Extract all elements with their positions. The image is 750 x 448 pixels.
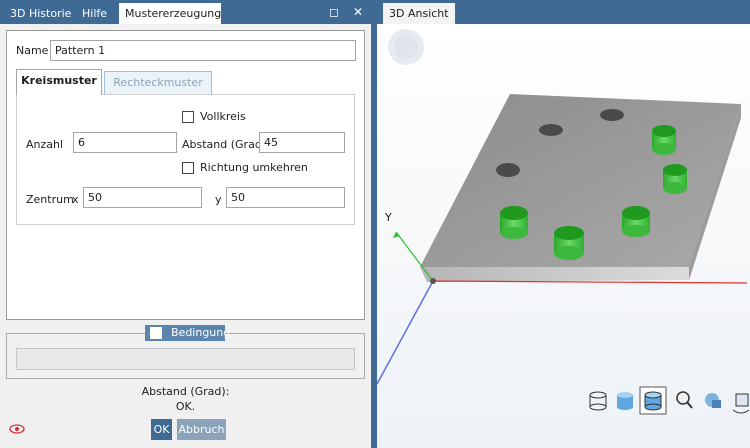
abbruch-button[interactable]: Abbruch (177, 419, 226, 440)
bedingung-input[interactable] (16, 348, 355, 370)
pattern-panel: 3D Historie Hilfe Mustererzeugung ◻ ✕ Na… (0, 0, 371, 448)
bedingung-checkbox[interactable] (150, 327, 162, 339)
pattern-form: Name Pattern 1 Kreismuster Rechteckmuste… (6, 30, 365, 320)
name-input[interactable]: Pattern 1 (50, 40, 356, 61)
anzahl-input[interactable]: 6 (73, 132, 177, 153)
shaded-edges-view-icon[interactable] (639, 386, 667, 415)
abstand-input[interactable]: 45 (259, 132, 345, 153)
circle-pattern-content: Vollkreis Anzahl 6 Abstand (Grad) 45 Ric… (16, 94, 355, 225)
zentrum-x-input[interactable]: 50 (83, 187, 202, 208)
navigation-orb-icon[interactable] (388, 29, 424, 65)
zentrum-y-input[interactable]: 50 (226, 187, 345, 208)
status-result: OK. (175, 400, 196, 413)
tab-rechteckmuster[interactable]: Rechteckmuster (104, 71, 212, 95)
y-axis-label: Y (384, 211, 392, 224)
tab-kreismuster[interactable]: Kreismuster (16, 69, 102, 95)
richtung-label: Richtung umkehren (200, 161, 308, 174)
panel-tabbar: 3D Historie Hilfe Mustererzeugung ◻ ✕ (0, 0, 371, 24)
tab-mustererzeugung[interactable]: Mustererzeugung (119, 3, 221, 24)
tab-hilfe[interactable]: Hilfe (76, 3, 113, 24)
eye-icon[interactable] (9, 423, 25, 435)
shaded-view-icon[interactable] (617, 392, 633, 410)
view-tabbar: 3D Ansicht (377, 0, 750, 24)
3d-view-panel: 3D Ansicht Y (377, 0, 750, 448)
vollkreis-label: Vollkreis (200, 110, 246, 123)
restore-icon[interactable]: ◻ (326, 4, 342, 20)
bedingung-header[interactable]: Bedingung (145, 325, 230, 341)
vollkreis-checkbox[interactable] (182, 111, 194, 123)
3d-viewport[interactable]: Y (377, 24, 750, 448)
richtung-checkbox[interactable] (182, 162, 194, 174)
tab-3d-historie[interactable]: 3D Historie (4, 3, 77, 24)
zentrum-label: Zentrum (26, 193, 74, 206)
bedingung-label: Bedingung (171, 326, 231, 339)
y-label: y (215, 193, 222, 206)
plate-front-face (420, 267, 689, 282)
close-icon[interactable]: ✕ (350, 4, 366, 20)
ok-button[interactable]: OK (151, 419, 172, 440)
abstand-label: Abstand (Grad) (182, 138, 267, 151)
anzahl-label: Anzahl (26, 138, 64, 151)
origin-point (430, 278, 436, 284)
name-label: Name (16, 44, 49, 57)
x-label: x (72, 193, 79, 206)
tab-3d-ansicht[interactable]: 3D Ansicht (383, 3, 455, 24)
status-title: Abstand (Grad): (141, 385, 230, 398)
